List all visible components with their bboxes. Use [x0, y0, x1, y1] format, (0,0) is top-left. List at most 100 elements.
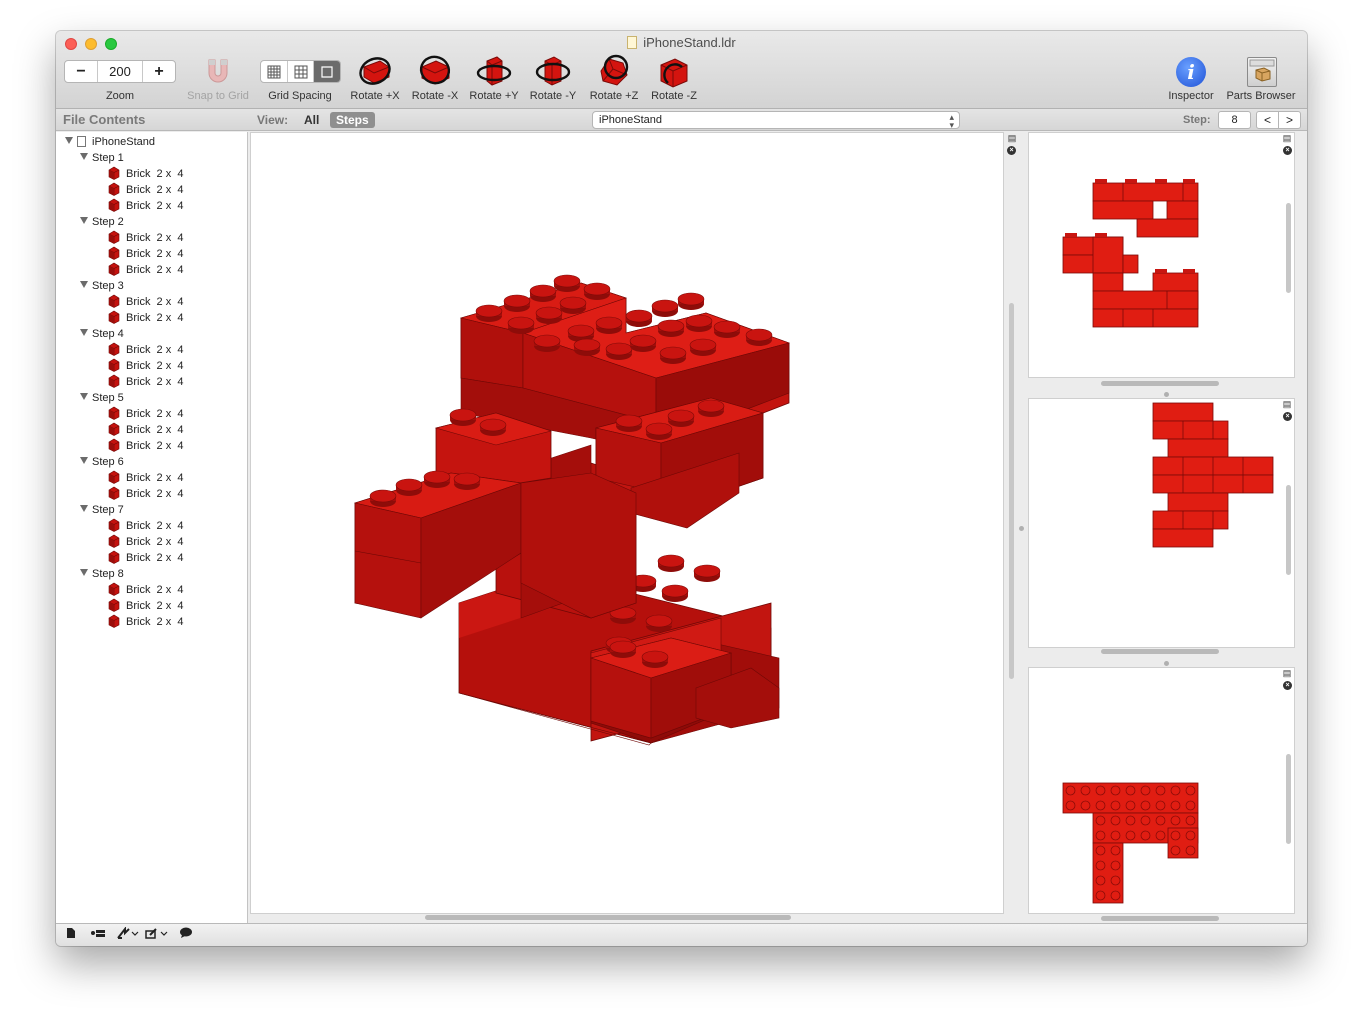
split-pane-icon[interactable]: ▤ [1282, 133, 1292, 143]
add-step-button[interactable] [89, 927, 107, 943]
side1-horizontal-scrollbar[interactable] [1101, 381, 1219, 386]
tree-step[interactable]: Step 8 [80, 566, 124, 582]
tree-part[interactable]: Brick 2 x 4 [108, 294, 183, 310]
side2-horizontal-scrollbar[interactable] [1101, 649, 1219, 654]
model-select[interactable]: iPhoneStand ▴ ▾ [592, 111, 960, 130]
tree-step[interactable]: Step 4 [80, 326, 124, 342]
rotate-plus-x-button[interactable] [356, 53, 394, 89]
tree-step[interactable]: Step 3 [80, 278, 124, 294]
tree-part[interactable]: Brick 2 x 4 [108, 550, 183, 566]
vertical-splitter[interactable] [1019, 526, 1024, 531]
side-viewport-3[interactable]: ▤ × [1028, 667, 1295, 921]
close-pane-icon[interactable]: × [1283, 681, 1292, 690]
zoom-field[interactable]: 200 [97, 61, 143, 82]
step-field[interactable]: 8 [1218, 111, 1251, 129]
tree-part[interactable]: Brick 2 x 4 [108, 534, 183, 550]
brick-icon [108, 534, 120, 548]
new-file-button[interactable] [64, 927, 78, 943]
side-viewport-2[interactable]: ▤ × [1028, 398, 1295, 654]
tree-part-label: Brick 2 x 4 [126, 200, 184, 212]
grid-fine-button[interactable] [261, 61, 288, 82]
main-horizontal-scrollbar[interactable] [425, 915, 791, 920]
rotate-plus-x-icon [359, 57, 391, 85]
split-pane-icon[interactable]: ▤ [1007, 133, 1017, 143]
tree-part[interactable]: Brick 2 x 4 [108, 374, 183, 390]
tree-part[interactable]: Brick 2 x 4 [108, 166, 183, 182]
tree-part-label: Brick 2 x 4 [126, 264, 184, 276]
side-view-render-3 [1062, 782, 1199, 904]
rotate-plus-y-button[interactable] [475, 53, 513, 89]
disclosure-triangle-icon[interactable] [80, 505, 88, 512]
disclosure-triangle-icon[interactable] [80, 569, 88, 576]
rotate-minus-z-button[interactable] [655, 53, 693, 89]
close-pane-icon[interactable]: × [1007, 146, 1016, 155]
tree-part[interactable]: Brick 2 x 4 [108, 582, 183, 598]
tree-part[interactable]: Brick 2 x 4 [108, 358, 183, 374]
tree-step[interactable]: Step 5 [80, 390, 124, 406]
grid-coarse-button[interactable] [314, 61, 340, 82]
zoom-in-button[interactable]: + [143, 61, 175, 82]
disclosure-triangle-icon[interactable] [80, 457, 88, 464]
inspector-button[interactable]: i [1176, 57, 1206, 87]
tree-part[interactable]: Brick 2 x 4 [108, 310, 183, 326]
tree-step[interactable]: Step 2 [80, 214, 124, 230]
zoom-out-button[interactable]: − [65, 61, 97, 82]
close-pane-icon[interactable]: × [1283, 146, 1292, 155]
tree-step[interactable]: Step 7 [80, 502, 124, 518]
rotate-minus-x-icon [419, 55, 451, 85]
snap-to-grid-button[interactable] [205, 57, 231, 85]
grid-medium-button[interactable] [288, 61, 315, 82]
tree-part[interactable]: Brick 2 x 4 [108, 198, 183, 214]
side3-vertical-scrollbar[interactable] [1286, 754, 1291, 844]
disclosure-triangle-icon[interactable] [80, 329, 88, 336]
rotate-plus-y-label: Rotate +Y [469, 90, 519, 102]
tree-part[interactable]: Brick 2 x 4 [108, 598, 183, 614]
next-step-button[interactable]: > [1279, 112, 1300, 128]
rotate-minus-y-button[interactable] [534, 53, 572, 89]
tree-part[interactable]: Brick 2 x 4 [108, 262, 183, 278]
parts-browser-button[interactable] [1247, 57, 1277, 87]
previous-step-button[interactable]: < [1257, 112, 1279, 128]
tree-part[interactable]: Brick 2 x 4 [108, 342, 183, 358]
tree-part[interactable]: Brick 2 x 4 [108, 438, 183, 454]
tree-part[interactable]: Brick 2 x 4 [108, 182, 183, 198]
tree-part[interactable]: Brick 2 x 4 [108, 470, 183, 486]
disclosure-triangle-icon[interactable] [80, 217, 88, 224]
tree-root[interactable]: iPhoneStand [65, 134, 155, 150]
tree-part[interactable]: Brick 2 x 4 [108, 486, 183, 502]
tree-step[interactable]: Step 6 [80, 454, 124, 470]
side-viewport-1[interactable]: ▤ × [1028, 132, 1295, 386]
disclosure-triangle-icon[interactable] [80, 393, 88, 400]
side3-horizontal-scrollbar[interactable] [1101, 916, 1219, 921]
main-3d-viewport[interactable]: ▤ × [250, 132, 1016, 920]
tree-part[interactable]: Brick 2 x 4 [108, 230, 183, 246]
view-all-button[interactable]: All [304, 113, 319, 127]
file-contents-tree: iPhoneStand Step 1 Brick 2 x 4 Brick 2 x 4… [56, 132, 248, 923]
pane-splitter-2[interactable] [1164, 661, 1169, 666]
tree-part[interactable]: Brick 2 x 4 [108, 518, 183, 534]
disclosure-triangle-icon[interactable] [80, 281, 88, 288]
rotate-minus-x-button[interactable] [416, 53, 454, 89]
side2-vertical-scrollbar[interactable] [1286, 485, 1291, 575]
tree-part[interactable]: Brick 2 x 4 [108, 406, 183, 422]
comment-button[interactable] [178, 927, 194, 943]
side1-vertical-scrollbar[interactable] [1286, 203, 1291, 293]
tree-part[interactable]: Brick 2 x 4 [108, 422, 183, 438]
pane-splitter-1[interactable] [1164, 392, 1169, 397]
disclosure-triangle-icon[interactable] [65, 137, 73, 144]
split-pane-icon[interactable]: ▤ [1282, 399, 1292, 409]
tree-step[interactable]: Step 1 [80, 150, 124, 166]
add-part-menu-button[interactable] [116, 926, 140, 943]
brick-icon [108, 310, 120, 324]
tree-part[interactable]: Brick 2 x 4 [108, 246, 183, 262]
add-item-menu-button[interactable] [144, 927, 170, 943]
rotate-plus-z-button[interactable] [595, 53, 633, 89]
grid-medium-icon [294, 65, 307, 78]
close-pane-icon[interactable]: × [1283, 412, 1292, 421]
tree-part-label: Brick 2 x 4 [126, 232, 184, 244]
view-steps-button[interactable]: Steps [330, 112, 375, 128]
split-pane-icon[interactable]: ▤ [1282, 668, 1292, 678]
main-vertical-scrollbar[interactable] [1009, 303, 1014, 679]
tree-part[interactable]: Brick 2 x 4 [108, 614, 183, 630]
disclosure-triangle-icon[interactable] [80, 153, 88, 160]
